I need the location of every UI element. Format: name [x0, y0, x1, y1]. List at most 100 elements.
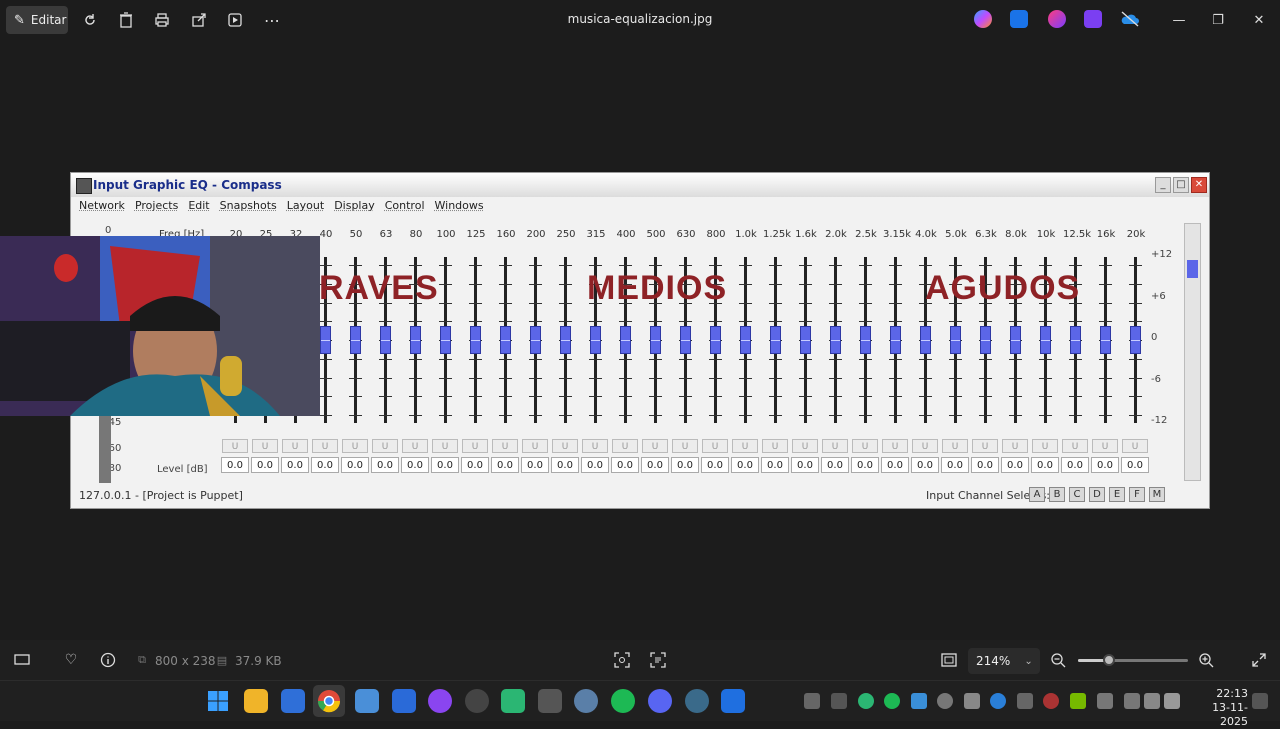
eq-slider-knob — [800, 326, 811, 354]
maximize-icon[interactable]: ❐ — [1208, 10, 1228, 30]
tray-back-icon[interactable] — [831, 693, 847, 709]
eq-menu-item: Projects — [135, 199, 178, 212]
tray-app-icon-1[interactable] — [804, 693, 820, 709]
eq-slider-tick — [1039, 321, 1052, 322]
minimize-icon[interactable]: — — [1169, 10, 1189, 30]
zoom-dropdown[interactable]: 214% ⌄ — [968, 648, 1040, 674]
nvidia-icon[interactable] — [1070, 693, 1086, 709]
eq-slider-tick — [979, 396, 992, 397]
eq-slider-tick — [1099, 284, 1112, 285]
fit-window-icon[interactable] — [939, 650, 959, 670]
designer-icon[interactable] — [1010, 10, 1028, 28]
eq-slider-tick — [1129, 396, 1142, 397]
eq-status: 127.0.0.1 - [Project is Puppet] — [79, 489, 243, 502]
eq-slider-tick — [709, 359, 722, 360]
visual-search-icon[interactable] — [612, 650, 632, 670]
photos-icon[interactable] — [721, 689, 745, 713]
freq-label: 100 — [433, 229, 459, 243]
close-icon[interactable]: ✕ — [1249, 10, 1269, 30]
level-value: 0.0 — [461, 457, 489, 473]
display-icon[interactable] — [1124, 693, 1140, 709]
zoom-out-icon[interactable] — [1048, 650, 1068, 670]
zoom-slider[interactable] — [1078, 659, 1188, 662]
eq-slider-knob — [830, 326, 841, 354]
unity-button: U — [912, 439, 938, 453]
unity-button: U — [402, 439, 428, 453]
notifications-icon[interactable] — [1252, 693, 1268, 709]
eq-slider-tick — [469, 303, 482, 304]
fullscreen-icon[interactable] — [1249, 650, 1269, 670]
eq-slider-tick — [619, 378, 632, 379]
unity-button: U — [762, 439, 788, 453]
eq-menubar: Network Projects Edit Snapshots Layout Displa… — [79, 199, 484, 212]
tray-green-icon[interactable] — [858, 693, 874, 709]
text-scan-icon[interactable] — [648, 650, 668, 670]
eq-slider-knob — [860, 326, 871, 354]
settings-icon[interactable] — [574, 689, 598, 713]
onedrive-icon[interactable] — [1120, 10, 1138, 28]
eq-slider-tick — [1009, 321, 1022, 322]
obs-icon[interactable] — [428, 689, 452, 713]
eq-slider-tick — [739, 378, 752, 379]
file-explorer-icon[interactable] — [244, 689, 268, 713]
eq-slider-tick — [739, 396, 752, 397]
freq-label: 400 — [613, 229, 639, 243]
cube-app-icon[interactable] — [538, 689, 562, 713]
network-app-icon[interactable] — [685, 689, 709, 713]
zoom-in-icon[interactable] — [1196, 650, 1216, 670]
eq-slider-knob — [500, 326, 511, 354]
tray-app-icon-3[interactable] — [937, 693, 953, 709]
eq-slider-tick — [499, 359, 512, 360]
excel-like-icon[interactable] — [501, 689, 525, 713]
overlay-label-graves: RAVES — [319, 269, 439, 308]
level-value: 0.0 — [251, 457, 279, 473]
zoom-slider-thumb[interactable] — [1103, 654, 1115, 666]
discord-icon[interactable] — [648, 689, 672, 713]
taskbar-clock[interactable]: 22:13 13-11-2025 — [1206, 687, 1248, 729]
tray-app-icon-4[interactable] — [964, 693, 980, 709]
channel-button: F — [1129, 487, 1145, 502]
start-icon[interactable] — [206, 689, 230, 713]
store-icon[interactable] — [281, 689, 305, 713]
eq-slider-tick — [889, 321, 902, 322]
eq-slider-tick — [1039, 265, 1052, 266]
info-icon[interactable] — [98, 650, 118, 670]
unity-button: U — [882, 439, 908, 453]
eq-slider-tick — [709, 415, 722, 416]
eq-slider-tick — [379, 378, 392, 379]
chrome-icon[interactable] — [313, 685, 345, 717]
paint-icon[interactable] — [1048, 10, 1066, 28]
eq-slider-tick — [409, 265, 422, 266]
eq-slider-knob — [440, 326, 451, 354]
eq-slider-tick — [1039, 359, 1052, 360]
eq-slider-tick — [919, 321, 932, 322]
tray-app-icon-6[interactable] — [1043, 693, 1059, 709]
tray-app-icon-5[interactable] — [990, 693, 1006, 709]
volume-icon[interactable] — [1144, 693, 1160, 709]
copilot-icon[interactable] — [974, 10, 992, 28]
eq-slider-tick — [889, 265, 902, 266]
favorite-icon[interactable]: ♡ — [61, 650, 81, 670]
eq-slider-tick — [829, 359, 842, 360]
eq-slider-tick — [619, 415, 632, 416]
eq-slider-tick — [559, 284, 572, 285]
eq-slider-tick — [709, 378, 722, 379]
eq-slider-tick — [859, 284, 872, 285]
level-value: 0.0 — [851, 457, 879, 473]
battery-icon[interactable] — [1164, 693, 1180, 709]
tray-spotify-icon[interactable] — [884, 693, 900, 709]
media-app-icon[interactable] — [465, 689, 489, 713]
spotify-icon[interactable] — [611, 689, 635, 713]
control-panel-icon[interactable] — [355, 689, 379, 713]
usb-icon[interactable] — [1017, 693, 1033, 709]
eq-slider-tick — [409, 359, 422, 360]
eq-slider-tick — [559, 303, 572, 304]
filmstrip-icon[interactable] — [12, 650, 32, 670]
designer-taskbar-icon[interactable] — [392, 689, 416, 713]
microphone-icon[interactable] — [1097, 693, 1113, 709]
clipchamp-icon[interactable] — [1084, 10, 1102, 28]
tray-app-icon-2[interactable] — [911, 693, 927, 709]
eq-menu-item: Layout — [287, 199, 324, 212]
eq-slider-tick — [499, 303, 512, 304]
eq-slider-tick — [349, 378, 362, 379]
